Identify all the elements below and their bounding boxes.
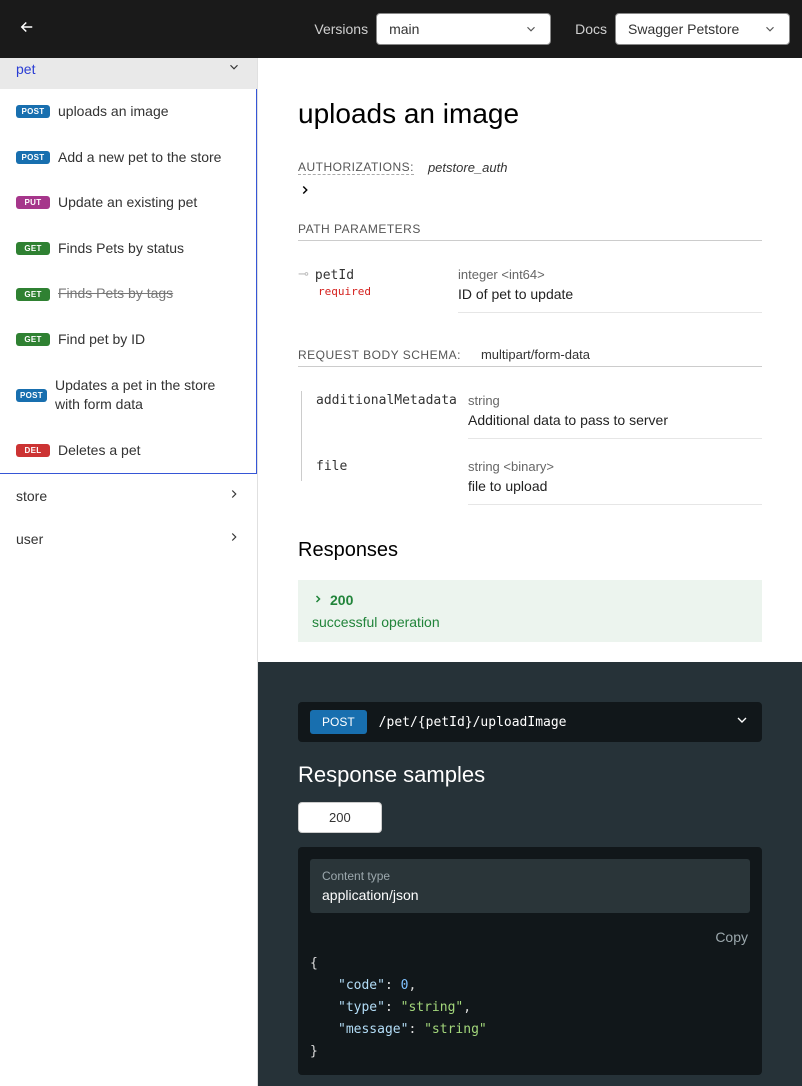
param-row: file string <binary> file to upload bbox=[298, 449, 762, 515]
json-code: { "code": 0, "type": "string", "message"… bbox=[310, 953, 750, 1063]
chevron-down-icon bbox=[524, 22, 538, 36]
sidebar-group-pet[interactable]: pet bbox=[0, 58, 257, 89]
auth-value: petstore_auth bbox=[428, 160, 508, 175]
method-badge: POST bbox=[16, 105, 50, 118]
responses-title: Responses bbox=[298, 539, 762, 562]
body-schema-label: REQUEST BODY SCHEMA: bbox=[298, 348, 461, 362]
sidebar-item-label: uploads an image bbox=[58, 102, 169, 122]
content: uploads an image AUTHORIZATIONS: petstor… bbox=[258, 58, 802, 1086]
sidebar-item-label: Add a new pet to the store bbox=[58, 148, 221, 168]
param-type: integer <int64> bbox=[458, 267, 762, 282]
sidebar-group-label: store bbox=[16, 488, 47, 504]
param-type: string bbox=[468, 393, 762, 408]
chevron-down-icon bbox=[734, 712, 750, 733]
param-row: additionalMetadata string Additional dat… bbox=[298, 383, 762, 449]
sidebar-item-endpoint[interactable]: GET Find pet by ID bbox=[0, 317, 256, 363]
param-name: additionalMetadata bbox=[316, 393, 457, 408]
code-panel: POST /pet/{petId}/uploadImage Response s… bbox=[258, 662, 802, 1086]
back-arrow-icon[interactable] bbox=[12, 18, 42, 41]
method-badge: GET bbox=[16, 242, 50, 255]
response-code: 200 bbox=[330, 592, 353, 608]
param-desc: Additional data to pass to server bbox=[468, 412, 762, 428]
json-key: "code" bbox=[338, 978, 385, 993]
sidebar-item-label: Updates a pet in the store with form dat… bbox=[55, 376, 240, 415]
auth-label: AUTHORIZATIONS: bbox=[298, 160, 414, 175]
param-name: petId bbox=[315, 268, 354, 283]
tree-icon: ⊸ bbox=[298, 266, 309, 282]
endpoint-method-badge: POST bbox=[310, 710, 367, 734]
sidebar-group-user[interactable]: user bbox=[0, 517, 257, 560]
sidebar-item-endpoint[interactable]: GET Finds Pets by status bbox=[0, 226, 256, 272]
samples-title: Response samples bbox=[298, 762, 762, 788]
docs-label: Docs bbox=[575, 21, 607, 37]
sidebar-item-endpoint[interactable]: POST uploads an image bbox=[0, 89, 256, 135]
page-title: uploads an image bbox=[298, 98, 762, 130]
param-name: file bbox=[316, 459, 347, 474]
sidebar-group-label: user bbox=[16, 531, 43, 547]
sidebar-item-endpoint[interactable]: POST Add a new pet to the store bbox=[0, 135, 256, 181]
auth-expand-button[interactable] bbox=[298, 183, 762, 202]
versions-label: Versions bbox=[314, 21, 368, 37]
versions-select[interactable]: main bbox=[376, 13, 551, 45]
response-item[interactable]: 200 successful operation bbox=[298, 580, 762, 642]
sidebar-item-endpoint[interactable]: POST Updates a pet in the store with form… bbox=[0, 363, 256, 428]
app-header: Versions main Docs Swagger Petstore bbox=[0, 0, 802, 58]
json-key: "message" bbox=[338, 1022, 408, 1037]
chevron-down-icon bbox=[763, 22, 777, 36]
sample-body: Content type application/json Copy { "co… bbox=[298, 847, 762, 1075]
method-badge: GET bbox=[16, 288, 50, 301]
sidebar-item-label: Finds Pets by tags bbox=[58, 284, 173, 304]
content-type-value: application/json bbox=[322, 887, 738, 903]
chevron-right-icon bbox=[312, 592, 324, 608]
docs-value: Swagger Petstore bbox=[628, 21, 739, 37]
sidebar-item-label: Deletes a pet bbox=[58, 441, 141, 461]
chevron-right-icon bbox=[227, 487, 241, 504]
versions-value: main bbox=[389, 21, 419, 37]
sidebar-item-label: Update an existing pet bbox=[58, 193, 197, 213]
response-desc: successful operation bbox=[312, 614, 748, 630]
method-badge: POST bbox=[16, 151, 50, 164]
method-badge: POST bbox=[16, 389, 47, 402]
docs-select[interactable]: Swagger Petstore bbox=[615, 13, 790, 45]
method-badge: DEL bbox=[16, 444, 50, 457]
path-params-label: PATH PARAMETERS bbox=[298, 222, 762, 241]
endpoint-path: /pet/{petId}/uploadImage bbox=[379, 715, 567, 730]
json-key: "type" bbox=[338, 1000, 385, 1015]
sample-tab[interactable]: 200 bbox=[298, 802, 382, 833]
sidebar-item-endpoint[interactable]: GET Finds Pets by tags bbox=[0, 271, 256, 317]
sidebar-item-endpoint[interactable]: DEL Deletes a pet bbox=[0, 428, 256, 474]
method-badge: GET bbox=[16, 333, 50, 346]
param-desc: ID of pet to update bbox=[458, 286, 762, 302]
body-schema-value: multipart/form-data bbox=[481, 347, 590, 362]
sidebar-group-store[interactable]: store bbox=[0, 474, 257, 517]
sidebar-group-label: pet bbox=[16, 61, 35, 77]
content-type-label: Content type bbox=[322, 869, 738, 883]
chevron-down-icon bbox=[227, 60, 241, 77]
sidebar-item-label: Finds Pets by status bbox=[58, 239, 184, 259]
chevron-right-icon bbox=[227, 530, 241, 547]
json-value: "string" bbox=[424, 1022, 487, 1037]
param-desc: file to upload bbox=[468, 478, 762, 494]
copy-button[interactable]: Copy bbox=[715, 929, 748, 945]
param-type: string <binary> bbox=[468, 459, 762, 474]
endpoint-bar[interactable]: POST /pet/{petId}/uploadImage bbox=[298, 702, 762, 742]
json-value: "string" bbox=[401, 1000, 464, 1015]
sidebar: pet POST uploads an image POST Add a new pe… bbox=[0, 58, 258, 1086]
param-required: required bbox=[318, 285, 371, 298]
content-type-box[interactable]: Content type application/json bbox=[310, 859, 750, 913]
sidebar-item-endpoint[interactable]: PUT Update an existing pet bbox=[0, 180, 256, 226]
sidebar-item-label: Find pet by ID bbox=[58, 330, 145, 350]
param-row: ⊸ petId required integer <int64> ID of p… bbox=[298, 257, 762, 323]
method-badge: PUT bbox=[16, 196, 50, 209]
